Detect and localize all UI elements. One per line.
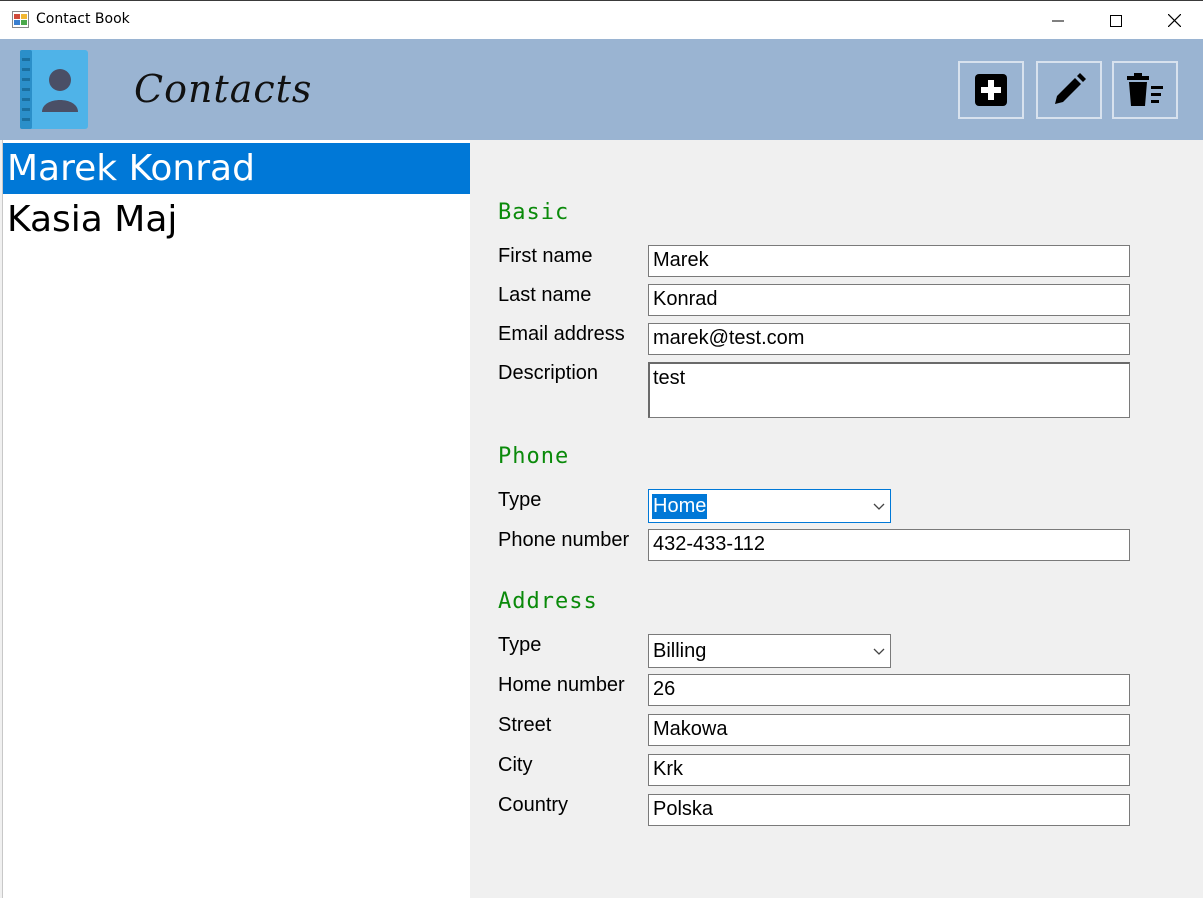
- first-name-label: First name: [498, 245, 593, 267]
- address-type-value: Billing: [653, 640, 707, 662]
- section-title-phone: Phone: [498, 444, 570, 469]
- title-bar: Contact Book: [0, 0, 1203, 39]
- contact-list-item-selected[interactable]: Marek Konrad: [3, 143, 470, 194]
- phone-number-field[interactable]: 432-433-112: [648, 529, 1130, 561]
- add-contact-button[interactable]: [958, 61, 1024, 119]
- pencil-icon: [1055, 73, 1086, 104]
- phone-type-value: Home: [652, 494, 708, 519]
- app-form-icon: [12, 11, 29, 28]
- address-type-select[interactable]: Billing: [648, 634, 891, 668]
- chevron-down-icon: [873, 648, 885, 655]
- section-title-basic: Basic: [498, 200, 570, 225]
- phone-number-label: Phone number: [498, 529, 630, 551]
- description-field[interactable]: test: [648, 362, 1130, 418]
- last-name-field[interactable]: Konrad: [648, 284, 1130, 316]
- email-label: Email address: [498, 323, 625, 345]
- first-name-field[interactable]: Marek: [648, 245, 1130, 277]
- home-number-label: Home number: [498, 674, 625, 696]
- contact-list[interactable]: Marek Konrad Kasia Maj: [2, 140, 470, 898]
- phone-type-label: Type: [498, 489, 542, 511]
- close-icon: [1167, 14, 1181, 27]
- email-field[interactable]: marek@test.com: [648, 323, 1130, 355]
- delete-contact-button[interactable]: [1112, 61, 1178, 119]
- maximize-button[interactable]: [1087, 1, 1145, 40]
- chevron-down-icon: [873, 503, 885, 510]
- phone-type-select[interactable]: Home: [648, 489, 891, 523]
- address-type-label: Type: [498, 634, 542, 656]
- page-title: Contacts: [134, 67, 313, 111]
- country-field[interactable]: Polska: [648, 794, 1130, 826]
- country-label: Country: [498, 794, 569, 816]
- edit-contact-button[interactable]: [1036, 61, 1102, 119]
- plus-box-icon: [975, 74, 1007, 106]
- address-book-icon: [20, 50, 88, 129]
- window-title: Contact Book: [36, 11, 130, 27]
- street-field[interactable]: Makowa: [648, 714, 1130, 746]
- close-button[interactable]: [1145, 1, 1203, 40]
- maximize-icon: [1110, 14, 1122, 27]
- contact-list-item[interactable]: Kasia Maj: [3, 194, 470, 245]
- minimize-icon: [1052, 20, 1064, 21]
- city-label: City: [498, 754, 533, 776]
- header-bar: Contacts: [0, 39, 1203, 140]
- minimize-button[interactable]: [1029, 1, 1087, 40]
- last-name-label: Last name: [498, 284, 592, 306]
- home-number-field[interactable]: 26: [648, 674, 1130, 706]
- description-label: Description: [498, 362, 599, 384]
- section-title-address: Address: [498, 589, 598, 614]
- delete-list-icon: [1127, 73, 1163, 106]
- city-field[interactable]: Krk: [648, 754, 1130, 786]
- street-label: Street: [498, 714, 552, 736]
